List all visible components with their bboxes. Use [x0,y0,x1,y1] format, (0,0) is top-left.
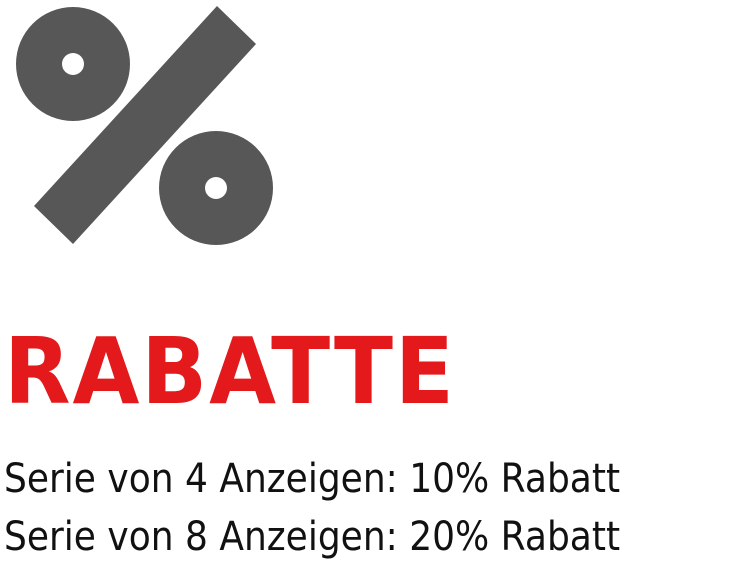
percent-lower-hole [205,177,227,199]
percent-upper-hole [62,53,84,75]
percent-icon [16,6,273,245]
page-title: RABATTE [4,318,456,425]
discount-line-4-ads: Serie von 4 Anzeigen: 10% Rabatt [4,456,621,502]
discount-list: Serie von 4 Anzeigen: 10% Rabatt Serie v… [4,450,689,566]
discount-line-8-ads: Serie von 8 Anzeigen: 20% Rabatt [4,514,621,560]
